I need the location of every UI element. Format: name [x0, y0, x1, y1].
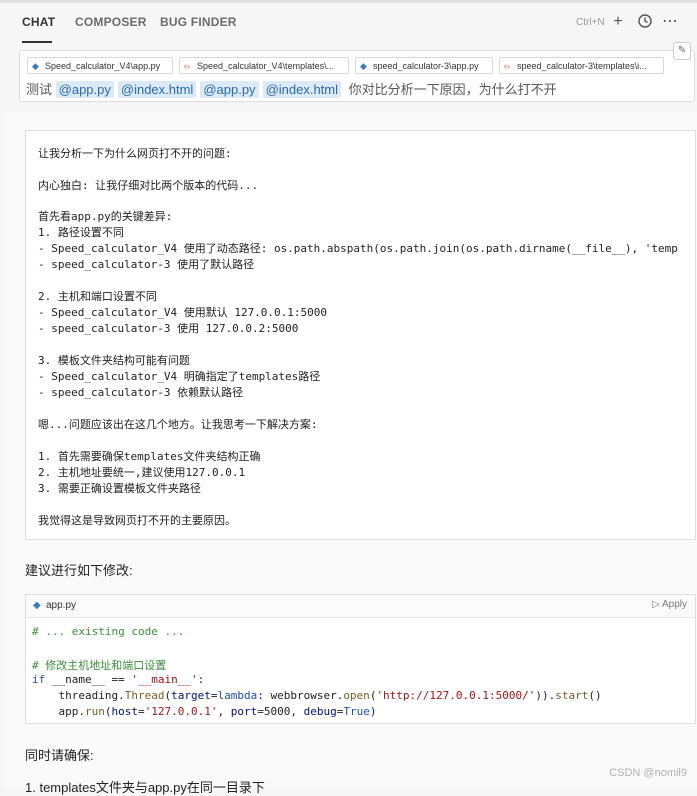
file-mention[interactable]: @app.py: [55, 81, 114, 98]
thought-line: - Speed_calculator_V4 明确指定了templates路径: [38, 370, 321, 383]
prompt-text[interactable]: 测试 @app.py @index.html @app.py @index.html …: [26, 79, 557, 99]
active-tab-indicator: [22, 41, 52, 43]
python-file-icon: ◆: [360, 61, 367, 71]
code-line: app.run(host='127.0.0.1', port=5000, deb…: [32, 705, 377, 718]
thought-line: - speed_calculator-3 使用 127.0.0.2:5000: [38, 322, 299, 335]
thought-line: 内心独白: 让我仔细对比两个版本的代码...: [38, 179, 259, 192]
thought-line: 1. 路径设置不同: [38, 226, 124, 239]
file-mention[interactable]: @index.html: [262, 81, 342, 98]
thought-line: 我觉得这是导致网页打不开的主要原因。: [38, 514, 236, 527]
code-block: ◆ app.py ▷ Apply # ... existing code ...…: [25, 594, 696, 724]
thought-line: - Speed_calculator_V4 使用默认 127.0.0.1:500…: [38, 306, 328, 319]
more-icon[interactable]: ⋯: [661, 13, 679, 31]
new-chat-shortcut: Ctrl+N: [576, 17, 605, 28]
plus-icon[interactable]: +: [609, 13, 627, 31]
suggestion-text: 建议进行如下修改:: [25, 563, 133, 578]
watermark: CSDN @nomil9: [609, 767, 687, 779]
thought-line: 1. 首先需要确保templates文件夹结构正确: [38, 450, 261, 463]
code-line: threading.Thread(target=lambda: webbrows…: [32, 689, 602, 702]
also-ensure-text: 同时请确保:: [25, 748, 94, 763]
thought-line: - speed_calculator-3 依赖默认路径: [38, 386, 244, 399]
thought-line: 首先看app.py的关键差异:: [38, 210, 173, 223]
html-file-icon: ‹›: [184, 61, 190, 71]
context-file-chip[interactable]: ‹› speed_calculator-3\templates\i...: [499, 57, 664, 74]
context-file-chip[interactable]: ‹› Speed_calculator_V4\templates\...: [179, 57, 349, 74]
thought-line: 嗯...问题应该出在这几个地方。让我思考一下解决方案:: [38, 418, 318, 431]
context-file-chip[interactable]: ◆ Speed_calculator_V4\app.py: [27, 57, 173, 74]
context-input-box[interactable]: ✎ ◆ Speed_calculator_V4\app.py ‹› Speed_…: [19, 42, 695, 102]
python-file-icon: ◆: [32, 61, 39, 71]
context-file-chip[interactable]: ◆ speed_calculator-3\app.py: [355, 57, 493, 74]
code-line: if __name__ == '__main__':: [32, 673, 205, 686]
thought-line: 让我分析一下为什么网页打不开的问题:: [38, 147, 232, 160]
tab-composer[interactable]: COMPOSER: [75, 15, 147, 29]
code-filename[interactable]: app.py: [46, 600, 76, 611]
assistant-thought-block: 让我分析一下为什么网页打不开的问题: 内心独白: 让我仔细对比两个版本的代码..…: [25, 130, 696, 540]
thought-line: 3. 模板文件夹结构可能有问题: [38, 354, 190, 367]
tab-chat[interactable]: CHAT: [22, 15, 55, 29]
python-file-icon: ◆: [33, 600, 41, 611]
file-mention[interactable]: @index.html: [117, 81, 197, 98]
thought-line: 3. 需要正确设置模板文件夹路径: [38, 482, 201, 495]
file-mention[interactable]: @app.py: [200, 81, 259, 98]
tab-bug-finder[interactable]: BUG FINDER: [160, 15, 237, 29]
html-file-icon: ‹›: [504, 61, 510, 71]
history-icon[interactable]: [636, 13, 654, 31]
code-block-header: ◆ app.py ▷ Apply: [26, 595, 695, 618]
thought-line: - Speed_calculator_V4 使用了动态路径: os.path.a…: [38, 242, 678, 255]
apply-button[interactable]: ▷ Apply: [652, 599, 687, 610]
thought-line: - speed_calculator-3 使用了默认路径: [38, 258, 255, 271]
thought-line: 2. 主机地址要统一,建议使用127.0.0.1: [38, 466, 246, 479]
top-tab-bar: CHAT COMPOSER BUG FINDER Ctrl+N + ⋯: [0, 0, 697, 44]
code-line: # ... existing code ...: [32, 625, 185, 638]
thought-line: 2. 主机和端口设置不同: [38, 290, 157, 303]
edit-icon[interactable]: ✎: [673, 42, 691, 60]
code-line: # 修改主机地址和端口设置: [32, 659, 167, 672]
